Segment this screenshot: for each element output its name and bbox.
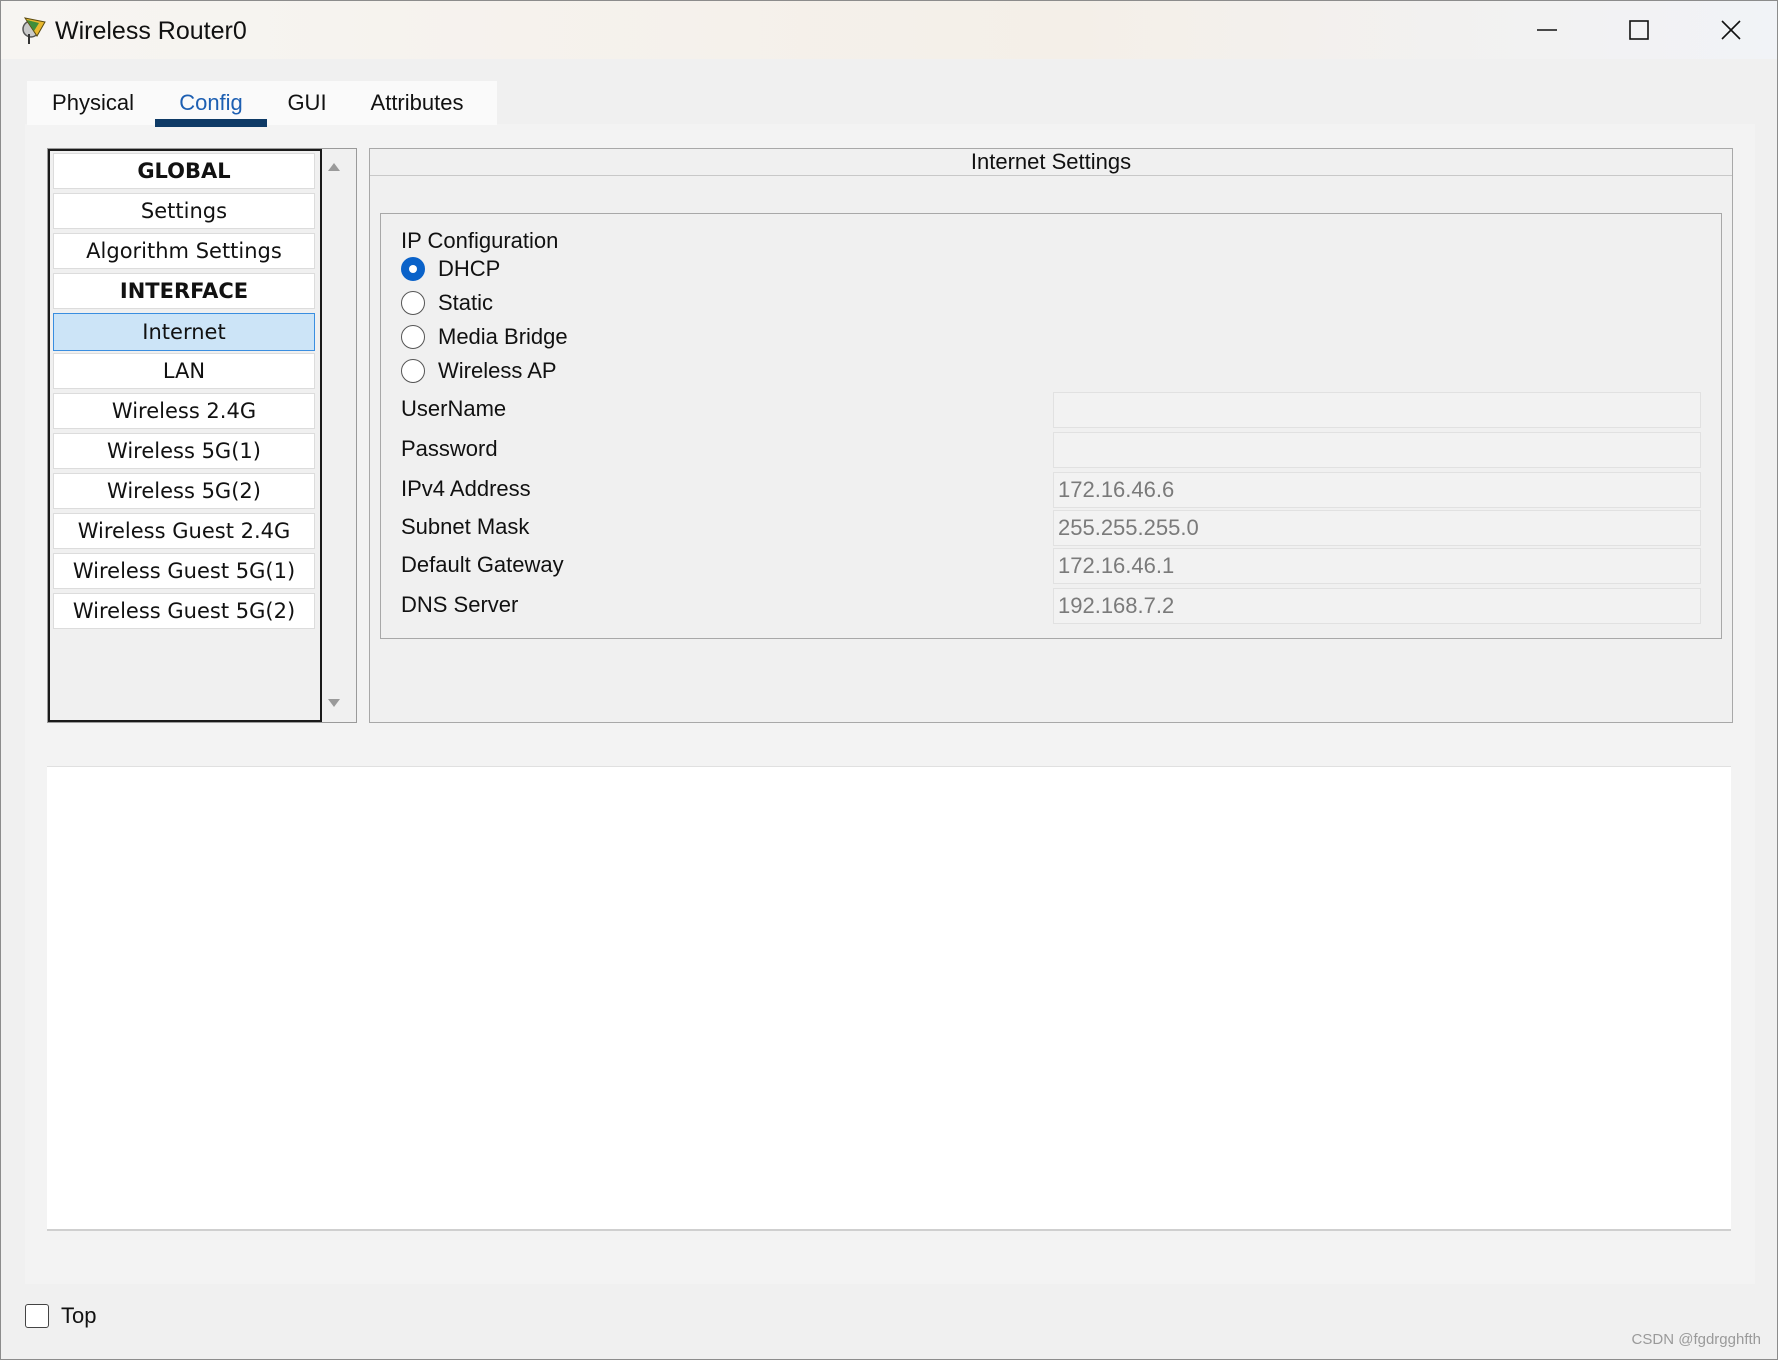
ip-configuration-label: IP Configuration: [401, 228, 559, 253]
default-gateway-input[interactable]: 172.16.46.1: [1053, 548, 1701, 584]
subnet-mask-label: Subnet Mask: [401, 514, 530, 539]
subnet-mask-input[interactable]: 255.255.255.0: [1053, 510, 1701, 546]
tab-attributes[interactable]: Attributes: [357, 81, 477, 125]
radio-media-bridge-dot[interactable]: [401, 325, 425, 349]
nav-item-settings[interactable]: Settings: [53, 193, 315, 229]
username-input[interactable]: [1053, 392, 1701, 428]
nav-item-lan[interactable]: LAN: [53, 353, 315, 389]
radio-static[interactable]: Static: [401, 288, 493, 318]
watermark: CSDN @fgdrgghfth: [1631, 1331, 1761, 1348]
scroll-up-arrow-icon[interactable]: [328, 163, 340, 171]
default-gateway-label: Default Gateway: [401, 552, 564, 577]
ipv4-address-label: IPv4 Address: [401, 476, 531, 501]
top-checkbox[interactable]: [25, 1304, 49, 1328]
nav-header-global: GLOBAL: [53, 153, 315, 189]
top-checkbox-row[interactable]: Top: [25, 1303, 96, 1329]
nav-item-wireless-5g-1[interactable]: Wireless 5G(1): [53, 433, 315, 469]
router-app-icon: [15, 14, 49, 46]
nav-item-wireless-guest-5g-2[interactable]: Wireless Guest 5G(2): [53, 593, 315, 629]
minimize-button[interactable]: [1501, 1, 1593, 59]
nav-item-wireless-guest-2-4g[interactable]: Wireless Guest 2.4G: [53, 513, 315, 549]
username-label: UserName: [401, 396, 507, 421]
tab-bar: Physical Config GUI Attributes: [27, 81, 497, 127]
dns-server-label: DNS Server: [401, 592, 519, 617]
tab-config[interactable]: Config: [155, 81, 267, 127]
ip-configuration-group: IP Configuration DHCP Static Media Bridg…: [380, 213, 1722, 639]
scroll-down-arrow-icon[interactable]: [328, 699, 340, 707]
nav-item-wireless-5g-2[interactable]: Wireless 5G(2): [53, 473, 315, 509]
radio-media-bridge-label: Media Bridge: [438, 324, 568, 349]
log-area[interactable]: [47, 766, 1731, 1231]
panel-title: Internet Settings: [370, 149, 1732, 176]
top-checkbox-label: Top: [61, 1303, 97, 1328]
nav-item-wireless-guest-5g-1[interactable]: Wireless Guest 5G(1): [53, 553, 315, 589]
radio-dhcp[interactable]: DHCP: [401, 254, 500, 284]
radio-dhcp-label: DHCP: [438, 256, 501, 281]
window-title: Wireless Router0: [55, 17, 247, 45]
maximize-icon: [1629, 20, 1649, 40]
nav-item-algorithm-settings[interactable]: Algorithm Settings: [53, 233, 315, 269]
nav-item-wireless-2-4g[interactable]: Wireless 2.4G: [53, 393, 315, 429]
radio-static-dot[interactable]: [401, 291, 425, 315]
window: Wireless Router0 Physical Config GUI Att…: [0, 0, 1778, 1360]
nav-list[interactable]: GLOBAL Settings Algorithm Settings INTER…: [48, 149, 322, 722]
tab-gui[interactable]: GUI: [277, 81, 337, 125]
close-button[interactable]: [1685, 1, 1777, 59]
password-label: Password: [401, 436, 498, 461]
title-bar[interactable]: Wireless Router0: [1, 1, 1777, 59]
dns-server-input[interactable]: 192.168.7.2: [1053, 588, 1701, 624]
maximize-button[interactable]: [1593, 1, 1685, 59]
password-input[interactable]: [1053, 432, 1701, 468]
nav-panel: GLOBAL Settings Algorithm Settings INTER…: [47, 148, 357, 723]
radio-wireless-ap-label: Wireless AP: [438, 358, 557, 383]
minimize-icon: [1537, 29, 1557, 31]
radio-static-label: Static: [438, 290, 494, 315]
nav-header-interface: INTERFACE: [53, 273, 315, 309]
radio-wireless-ap-dot[interactable]: [401, 359, 425, 383]
nav-scrollbar[interactable]: [320, 149, 354, 720]
radio-wireless-ap[interactable]: Wireless AP: [401, 356, 557, 386]
tab-physical[interactable]: Physical: [39, 81, 147, 125]
radio-dhcp-dot[interactable]: [401, 257, 425, 281]
ipv4-address-input[interactable]: 172.16.46.6: [1053, 472, 1701, 508]
close-icon: [1721, 20, 1741, 40]
internet-settings-panel: Internet Settings IP Configuration DHCP …: [369, 148, 1733, 723]
radio-media-bridge[interactable]: Media Bridge: [401, 322, 568, 352]
nav-item-internet[interactable]: Internet: [53, 313, 315, 351]
